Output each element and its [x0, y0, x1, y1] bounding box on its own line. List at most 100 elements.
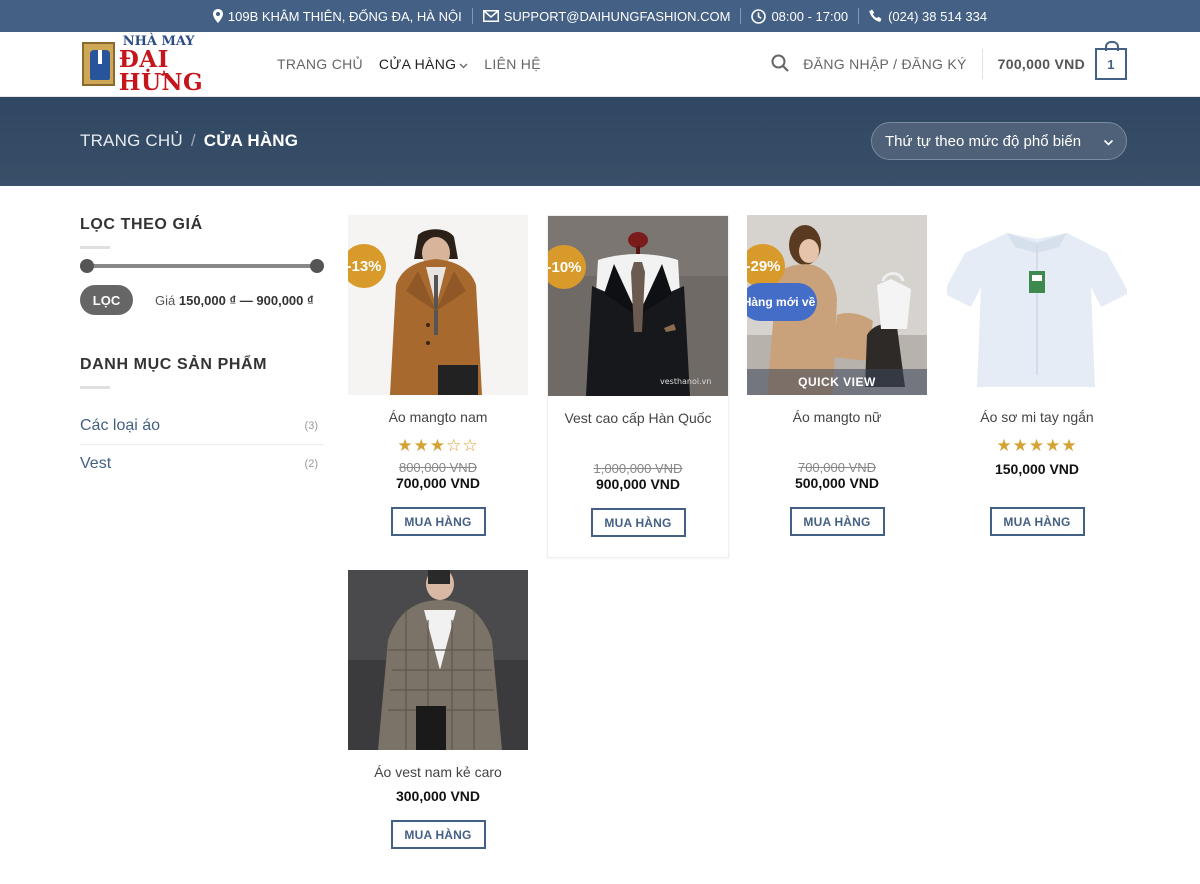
chevron-down-icon	[459, 56, 468, 72]
category-label: Vest	[80, 455, 112, 472]
chevron-down-icon	[1103, 135, 1114, 152]
logo-suit-icon	[82, 42, 115, 86]
buy-button[interactable]: MUA HÀNG	[789, 507, 885, 536]
star-filled-icon: ★	[1061, 436, 1078, 455]
main-nav: TRANG CHỦ CỬA HÀNG LIÊN HỆ	[277, 32, 541, 96]
buy-button[interactable]: MUA HÀNG	[390, 507, 486, 536]
divider	[981, 49, 983, 79]
phone-link[interactable]: (024) 38 514 334	[888, 9, 987, 24]
page-title-banner: TRANG CHỦ / CỬA HÀNG Thứ tự theo mức độ ph…	[0, 97, 1200, 186]
product-card: Áo sơ mi tay ngắn ★★★★★ 150,000 VND MUA …	[947, 215, 1127, 536]
product-name[interactable]: Vest cao cấp Hàn Quốc	[548, 410, 728, 428]
product-image-black-vest[interactable]: vesthanoi.vn -10%	[548, 216, 728, 396]
address-text: 109B KHÂM THIÊN, ĐỐNG ĐA, HÀ NỘI	[227, 8, 462, 24]
price-filter-title: LỌC THEO GIÁ	[80, 216, 203, 233]
star-filled-icon: ★	[413, 436, 430, 455]
product-rating: ★★★★★	[947, 437, 1127, 455]
nav-contact[interactable]: LIÊN HỆ	[484, 56, 541, 72]
hours-text: 08:00 - 17:00	[771, 8, 849, 24]
cart-count: 1	[1107, 56, 1115, 72]
product-image-plaid-blazer[interactable]	[348, 570, 528, 750]
cart-icon[interactable]: 1	[1095, 41, 1127, 80]
buy-button[interactable]: MUA HÀNG	[390, 820, 486, 849]
category-count: (2)	[304, 458, 318, 470]
buy-button[interactable]: MUA HÀNG	[590, 508, 686, 537]
star-filled-icon: ★	[1028, 436, 1046, 455]
star-filled-icon: ★	[397, 436, 414, 455]
nav-shop-label: CỬA HÀNG	[378, 56, 457, 72]
slider-min-handle[interactable]	[80, 259, 94, 273]
star-filled-icon: ★	[996, 436, 1013, 455]
product-image-brown-coat[interactable]: -13%	[348, 215, 528, 395]
header-actions: ĐĂNG NHẬP / ĐĂNG KÝ 700,000 VND 1	[771, 32, 1127, 96]
product-name[interactable]: Áo vest nam kẻ caro	[348, 764, 528, 782]
cart-total[interactable]: 700,000 VND	[998, 56, 1085, 72]
category-item[interactable]: Vest (2)	[80, 445, 324, 483]
price-label: Giá	[155, 292, 176, 308]
sort-selected-value: Thứ tự theo mức độ phổ biến	[885, 132, 1082, 150]
product-price: 500,000 VND	[794, 475, 880, 491]
star-empty-icon: ☆	[462, 436, 479, 455]
email-info[interactable]: SUPPORT@DAIHUNGFASHION.COM	[473, 9, 741, 24]
breadcrumb-home[interactable]: TRANG CHỦ	[80, 131, 183, 150]
hours-info: 08:00 - 17:00	[741, 9, 858, 24]
category-count: (3)	[304, 419, 318, 432]
product-price: 900,000 VND	[595, 476, 681, 492]
phone-info[interactable]: (024) 38 514 334	[859, 9, 997, 24]
product-old-price: 1,000,000 VND	[593, 461, 683, 476]
product-image-white-shirt[interactable]	[947, 215, 1127, 395]
svg-text:vesthanoi.vn: vesthanoi.vn	[660, 377, 711, 386]
star-filled-icon: ★	[429, 436, 447, 455]
product-image-beige-trench[interactable]: -29% Hàng mới về QUICK VIEW	[747, 215, 927, 395]
login-register-link[interactable]: ĐĂNG NHẬP / ĐĂNG KÝ	[803, 56, 966, 72]
slider-max-handle[interactable]	[310, 259, 324, 273]
category-list: Các loại áo (3) Vest (2)	[80, 407, 324, 483]
buy-button[interactable]: MUA HÀNG	[989, 507, 1085, 536]
top-bar: 109B KHÂM THIÊN, ĐỐNG ĐA, HÀ NỘI SUPPORT…	[0, 0, 1200, 32]
phone-icon	[869, 9, 883, 23]
price-min: 150,000 ₫	[178, 292, 237, 308]
price-range-text: Giá 150,000 ₫ — 900,000 ₫	[155, 293, 314, 308]
breadcrumb: TRANG CHỦ / CỬA HÀNG	[80, 131, 298, 151]
address-info: 109B KHÂM THIÊN, ĐỐNG ĐA, HÀ NỘI	[203, 9, 472, 24]
category-label: Các loại áo	[80, 416, 161, 434]
product-rating-empty	[747, 437, 927, 455]
product-name[interactable]: Áo mangto nam	[348, 409, 528, 427]
categories-title: DANH MỤC SẢN PHẨM	[80, 356, 268, 373]
logo-line-2: ĐẠI HƯNG	[118, 45, 204, 96]
sort-select[interactable]: Thứ tự theo mức độ phổ biến	[871, 122, 1127, 160]
email-link[interactable]: SUPPORT@DAIHUNGFASHION.COM	[504, 9, 731, 24]
nav-shop[interactable]: CỬA HÀNG	[379, 56, 468, 72]
product-card: -29% Hàng mới về QUICK VIEW Áo mangto nữ…	[747, 215, 927, 536]
search-icon[interactable]	[771, 54, 790, 75]
star-filled-icon: ★	[1012, 436, 1029, 455]
product-name[interactable]: Áo sơ mi tay ngắn	[947, 409, 1127, 427]
product-rating-empty	[548, 438, 728, 456]
category-item[interactable]: Các loại áo (3)	[80, 407, 324, 445]
site-header: NHÀ MAY ĐẠI HƯNG TRANG CHỦ CỬA HÀNG LIÊN…	[0, 32, 1200, 97]
product-old-price: 700,000 VND	[797, 460, 877, 475]
star-empty-icon: ☆	[446, 436, 463, 455]
product-price: 150,000 VND	[994, 461, 1080, 477]
envelope-icon	[482, 10, 499, 22]
nav-home[interactable]: TRANG CHỦ	[277, 56, 363, 72]
quick-view-button[interactable]: QUICK VIEW	[747, 369, 927, 395]
product-card: Áo vest nam kẻ caro 300,000 VND MUA HÀNG	[348, 570, 528, 849]
slider-track	[86, 264, 318, 268]
product-name[interactable]: Áo mangto nữ	[747, 409, 927, 427]
site-logo[interactable]: NHÀ MAY ĐẠI HƯNG	[82, 35, 247, 94]
product-price: 300,000 VND	[395, 788, 481, 804]
price-range-slider[interactable]	[80, 259, 324, 273]
map-pin-icon	[212, 9, 223, 23]
price-max: 900,000 ₫	[256, 292, 314, 308]
product-rating: ★★★☆☆	[348, 437, 528, 455]
product-old-price: 800,000 VND	[398, 460, 478, 475]
filter-button[interactable]: LỌC	[80, 285, 133, 315]
divider	[80, 386, 110, 389]
shop-sidebar: LỌC THEO GIÁ LỌC Giá 150,000 ₫ — 900,000…	[80, 216, 324, 483]
divider	[80, 246, 110, 249]
new-arrival-badge: Hàng mới về	[747, 283, 817, 321]
product-card: vesthanoi.vn -10% Vest cao cấp Hàn Quốc …	[547, 215, 729, 558]
product-price: 700,000 VND	[395, 475, 481, 491]
clock-icon	[751, 8, 767, 24]
